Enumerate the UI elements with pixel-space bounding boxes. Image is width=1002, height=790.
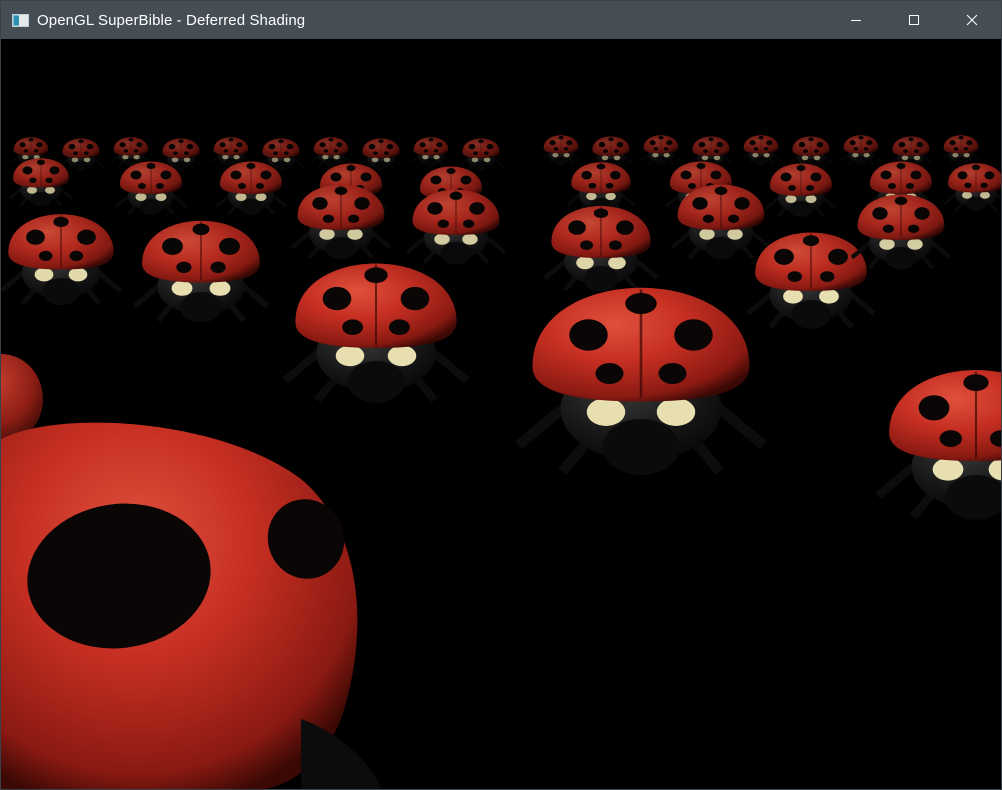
minimize-icon [851,20,861,21]
app-window: OpenGL SuperBible - Deferred Shading [0,0,1002,790]
window-controls [827,1,1001,39]
title-bar[interactable]: OpenGL SuperBible - Deferred Shading [1,1,1001,39]
depth-fog [1,39,1001,289]
render-viewport[interactable] [1,39,1001,789]
close-icon [966,14,978,26]
maximize-button[interactable] [885,1,943,39]
maximize-icon [909,15,919,25]
close-button[interactable] [943,1,1001,39]
window-title: OpenGL SuperBible - Deferred Shading [37,11,306,29]
minimize-button[interactable] [827,1,885,39]
window-app-icon[interactable] [12,13,29,27]
ladybug-scene [1,39,1001,789]
